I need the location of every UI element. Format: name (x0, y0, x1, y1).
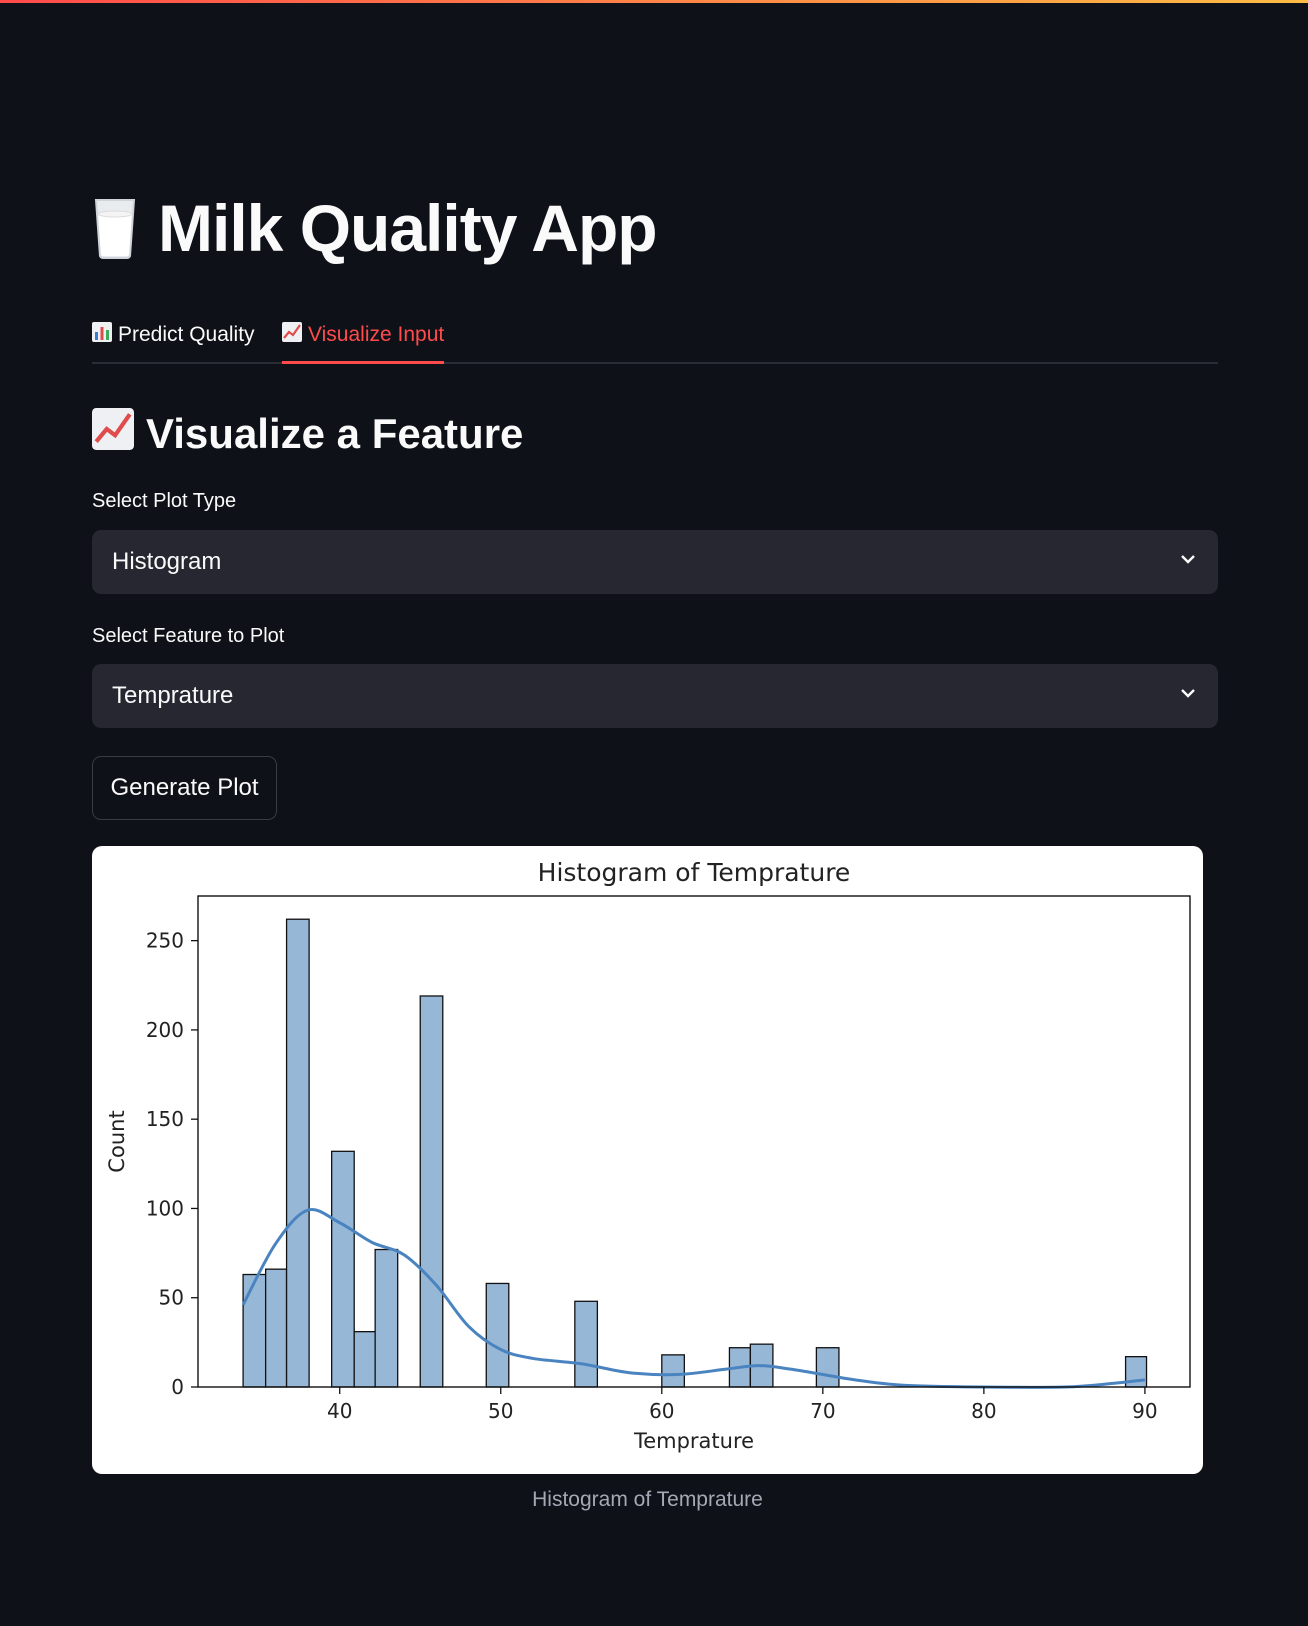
chart-caption: Histogram of Temprature (532, 1488, 763, 1511)
chart-title: Histogram of Temprature (538, 858, 851, 887)
y-tick-label: 200 (146, 1018, 184, 1042)
tab-label: Visualize Input (308, 322, 445, 346)
y-tick-label: 250 (146, 929, 184, 953)
feature-value: Temprature (112, 682, 234, 709)
histogram-bar (374, 1248, 399, 1388)
line-chart-icon (282, 321, 302, 348)
x-tick-label: 60 (649, 1399, 674, 1423)
x-tick-label: 90 (1132, 1399, 1157, 1423)
app-title-text: Milk Quality App (158, 191, 658, 265)
chevron-down-icon (1178, 682, 1198, 710)
plot-type-select[interactable]: Histogram (92, 530, 1218, 594)
section-title: Visualize a Feature (92, 406, 523, 462)
histogram-bar (242, 1273, 267, 1388)
histogram-bar (661, 1354, 685, 1388)
x-tick-label: 40 (327, 1399, 352, 1423)
tab-visualize-input[interactable]: Visualize Input (282, 308, 445, 364)
tab-label: Predict Quality (118, 323, 255, 346)
histogram-chart: 40 50 60 70 80 90 0 50 100 150 200 250 Histogram of … (105, 858, 1191, 1453)
y-tick-label: 100 (146, 1196, 184, 1220)
chart-image: 40 50 60 70 80 90 0 50 100 150 200 250 Histogram of … (92, 846, 1203, 1474)
milk-glass-icon (92, 196, 138, 260)
x-tick-label: 50 (488, 1399, 513, 1423)
tab-predict-quality[interactable]: Predict Quality (92, 308, 255, 362)
y-tick-label: 150 (146, 1107, 184, 1131)
section-title-text: Visualize a Feature (146, 410, 524, 457)
line-chart-icon (92, 408, 134, 460)
x-tick-label: 80 (971, 1399, 996, 1423)
chevron-down-icon (1178, 548, 1198, 576)
plot-type-value: Histogram (112, 548, 222, 575)
x-axis-label: Temprature (633, 1429, 754, 1453)
feature-label: Select Feature to Plot (92, 625, 285, 647)
histogram-bar (353, 1331, 376, 1388)
y-axis-label: Count (105, 1110, 129, 1172)
histogram-bar (419, 995, 444, 1388)
y-tick-label: 50 (159, 1286, 184, 1310)
histogram-bar (331, 1150, 355, 1388)
histogram-bar (574, 1300, 599, 1388)
generate-plot-button[interactable]: Generate Plot (92, 756, 277, 820)
histogram-bar (264, 1268, 288, 1388)
x-tick-label: 70 (810, 1399, 835, 1423)
app-title: Milk Quality App (92, 188, 658, 268)
histogram-bar (485, 1282, 510, 1388)
bar-chart-icon (92, 322, 112, 348)
top-decoration-bar (0, 0, 1308, 3)
histogram-bar (815, 1347, 840, 1388)
plot-type-label: Select Plot Type (92, 490, 237, 512)
feature-select[interactable]: Temprature (92, 664, 1218, 728)
y-tick-label: 0 (171, 1375, 184, 1399)
histogram-bar (285, 918, 310, 1388)
tab-bar: Predict Quality Visualize Input (92, 308, 1218, 364)
